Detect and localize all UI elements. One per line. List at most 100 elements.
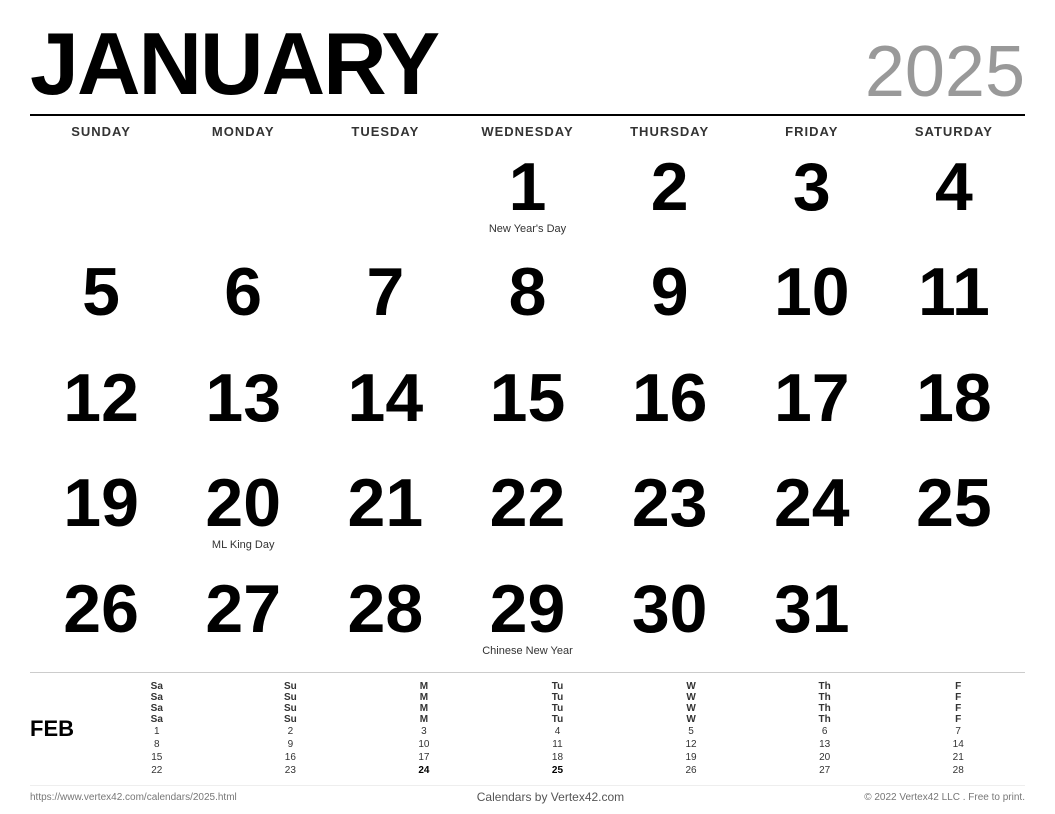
- calendar-cell: [314, 145, 456, 250]
- year-title: 2025: [865, 36, 1025, 108]
- day-number: 15: [490, 364, 566, 432]
- day-number: 13: [205, 364, 281, 432]
- day-number: 17: [774, 364, 850, 432]
- mini-day-header: Th: [758, 692, 892, 703]
- mini-day-header: Tu: [491, 703, 625, 714]
- calendar-cell: 29 Chinese New Year: [456, 567, 598, 672]
- footer: https://www.vertex42.com/calendars/2025.…: [30, 785, 1025, 804]
- mini-day: 18: [491, 751, 625, 764]
- day-number: 8: [509, 258, 547, 326]
- mini-day: 6: [758, 725, 892, 738]
- mini-day-header: Sa: [90, 681, 224, 692]
- mini-day-header: Su: [224, 703, 358, 714]
- day-number: 16: [632, 364, 708, 432]
- calendar-cell: [883, 567, 1025, 672]
- calendar-cell: 18: [883, 356, 1025, 461]
- day-number: 2: [651, 153, 689, 221]
- day-number: 7: [366, 258, 404, 326]
- day-number: 27: [205, 575, 281, 643]
- day-number: 31: [774, 575, 850, 643]
- mini-day: 19: [624, 751, 758, 764]
- mini-day: 3: [357, 725, 491, 738]
- calendar-cell: 23: [599, 461, 741, 566]
- day-number: 29: [490, 575, 566, 643]
- calendar-container: JANUARY 2025 SUNDAYMONDAYTUESDAYWEDNESDA…: [0, 0, 1055, 814]
- calendar-cell: 5: [30, 250, 172, 355]
- mini-day: 8: [90, 738, 224, 751]
- day-header: SATURDAY: [883, 120, 1025, 143]
- day-number: 23: [632, 469, 708, 537]
- day-header: MONDAY: [172, 120, 314, 143]
- day-number: 21: [348, 469, 424, 537]
- holiday-text: New Year's Day: [489, 223, 566, 236]
- day-number: 30: [632, 575, 708, 643]
- mini-day-header: F: [891, 703, 1025, 714]
- footer-left: https://www.vertex42.com/calendars/2025.…: [30, 792, 237, 803]
- mini-days: 1234567891011121314151617181920212223242…: [90, 725, 1025, 777]
- mini-day: 21: [891, 751, 1025, 764]
- day-header: FRIDAY: [741, 120, 883, 143]
- mini-day: 23: [224, 764, 358, 777]
- day-number: 18: [916, 364, 992, 432]
- mini-day-header: F: [891, 714, 1025, 725]
- calendar-cell: [30, 145, 172, 250]
- mini-day-header: M: [357, 703, 491, 714]
- mini-day: 13: [758, 738, 892, 751]
- calendar-cell: 22: [456, 461, 598, 566]
- calendar-cell: 12: [30, 356, 172, 461]
- calendar-cell: 19: [30, 461, 172, 566]
- header-row: JANUARY 2025: [30, 20, 1025, 108]
- mini-day: 24: [357, 764, 491, 777]
- mini-day-header: F: [891, 692, 1025, 703]
- calendar-grid: 1New Year's Day2345678910111213141516171…: [30, 145, 1025, 672]
- calendar-cell: 11: [883, 250, 1025, 355]
- mini-day: 15: [90, 751, 224, 764]
- calendar-cell: 17: [741, 356, 883, 461]
- calendar-cell: 1 New Year's Day: [456, 145, 598, 250]
- mini-day-header: Sa: [90, 714, 224, 725]
- footer-center: Calendars by Vertex42.com: [477, 790, 624, 804]
- mini-day: 10: [357, 738, 491, 751]
- calendar-cell: 2: [599, 145, 741, 250]
- mini-day: 26: [624, 764, 758, 777]
- day-number: 5: [82, 258, 120, 326]
- calendar-cell: 20ML King Day: [172, 461, 314, 566]
- calendar-cell: 21: [314, 461, 456, 566]
- mini-day: 2: [224, 725, 358, 738]
- calendar-cell: 13: [172, 356, 314, 461]
- mini-day-header: Su: [224, 714, 358, 725]
- mini-day-header: Tu: [491, 692, 625, 703]
- calendar-cell: [172, 145, 314, 250]
- calendar-cell: 3: [741, 145, 883, 250]
- mini-day-header: M: [357, 692, 491, 703]
- day-number: 1: [509, 153, 547, 221]
- mini-day: 7: [891, 725, 1025, 738]
- day-header: TUESDAY: [314, 120, 456, 143]
- mini-day: 17: [357, 751, 491, 764]
- holiday-text: Chinese New Year: [482, 645, 573, 658]
- mini-day: 1: [90, 725, 224, 738]
- mini-grid-wrapper: SaSuMTuWThFSaSuMTuWThFSaSuMTuWThFSaSuMTu…: [90, 681, 1025, 777]
- calendar-cell: 4: [883, 145, 1025, 250]
- calendar-cell: 16: [599, 356, 741, 461]
- mini-day-header: Th: [758, 681, 892, 692]
- footer-right: © 2022 Vertex42 LLC . Free to print.: [864, 792, 1025, 803]
- day-number: 25: [916, 469, 992, 537]
- day-header: WEDNESDAY: [456, 120, 598, 143]
- calendar-cell: 10: [741, 250, 883, 355]
- mini-day: 22: [90, 764, 224, 777]
- calendar-cell: 30: [599, 567, 741, 672]
- day-number: 14: [348, 364, 424, 432]
- calendar-cell: 6: [172, 250, 314, 355]
- mini-day-header: Th: [758, 703, 892, 714]
- day-number: 11: [918, 258, 990, 326]
- day-number: 19: [63, 469, 139, 537]
- mini-day: 5: [624, 725, 758, 738]
- day-number: 6: [224, 258, 262, 326]
- mini-day-header: M: [357, 681, 491, 692]
- mini-day: 4: [491, 725, 625, 738]
- mini-day-header: M: [357, 714, 491, 725]
- day-header: SUNDAY: [30, 120, 172, 143]
- day-number: 26: [63, 575, 139, 643]
- calendar-cell: 28: [314, 567, 456, 672]
